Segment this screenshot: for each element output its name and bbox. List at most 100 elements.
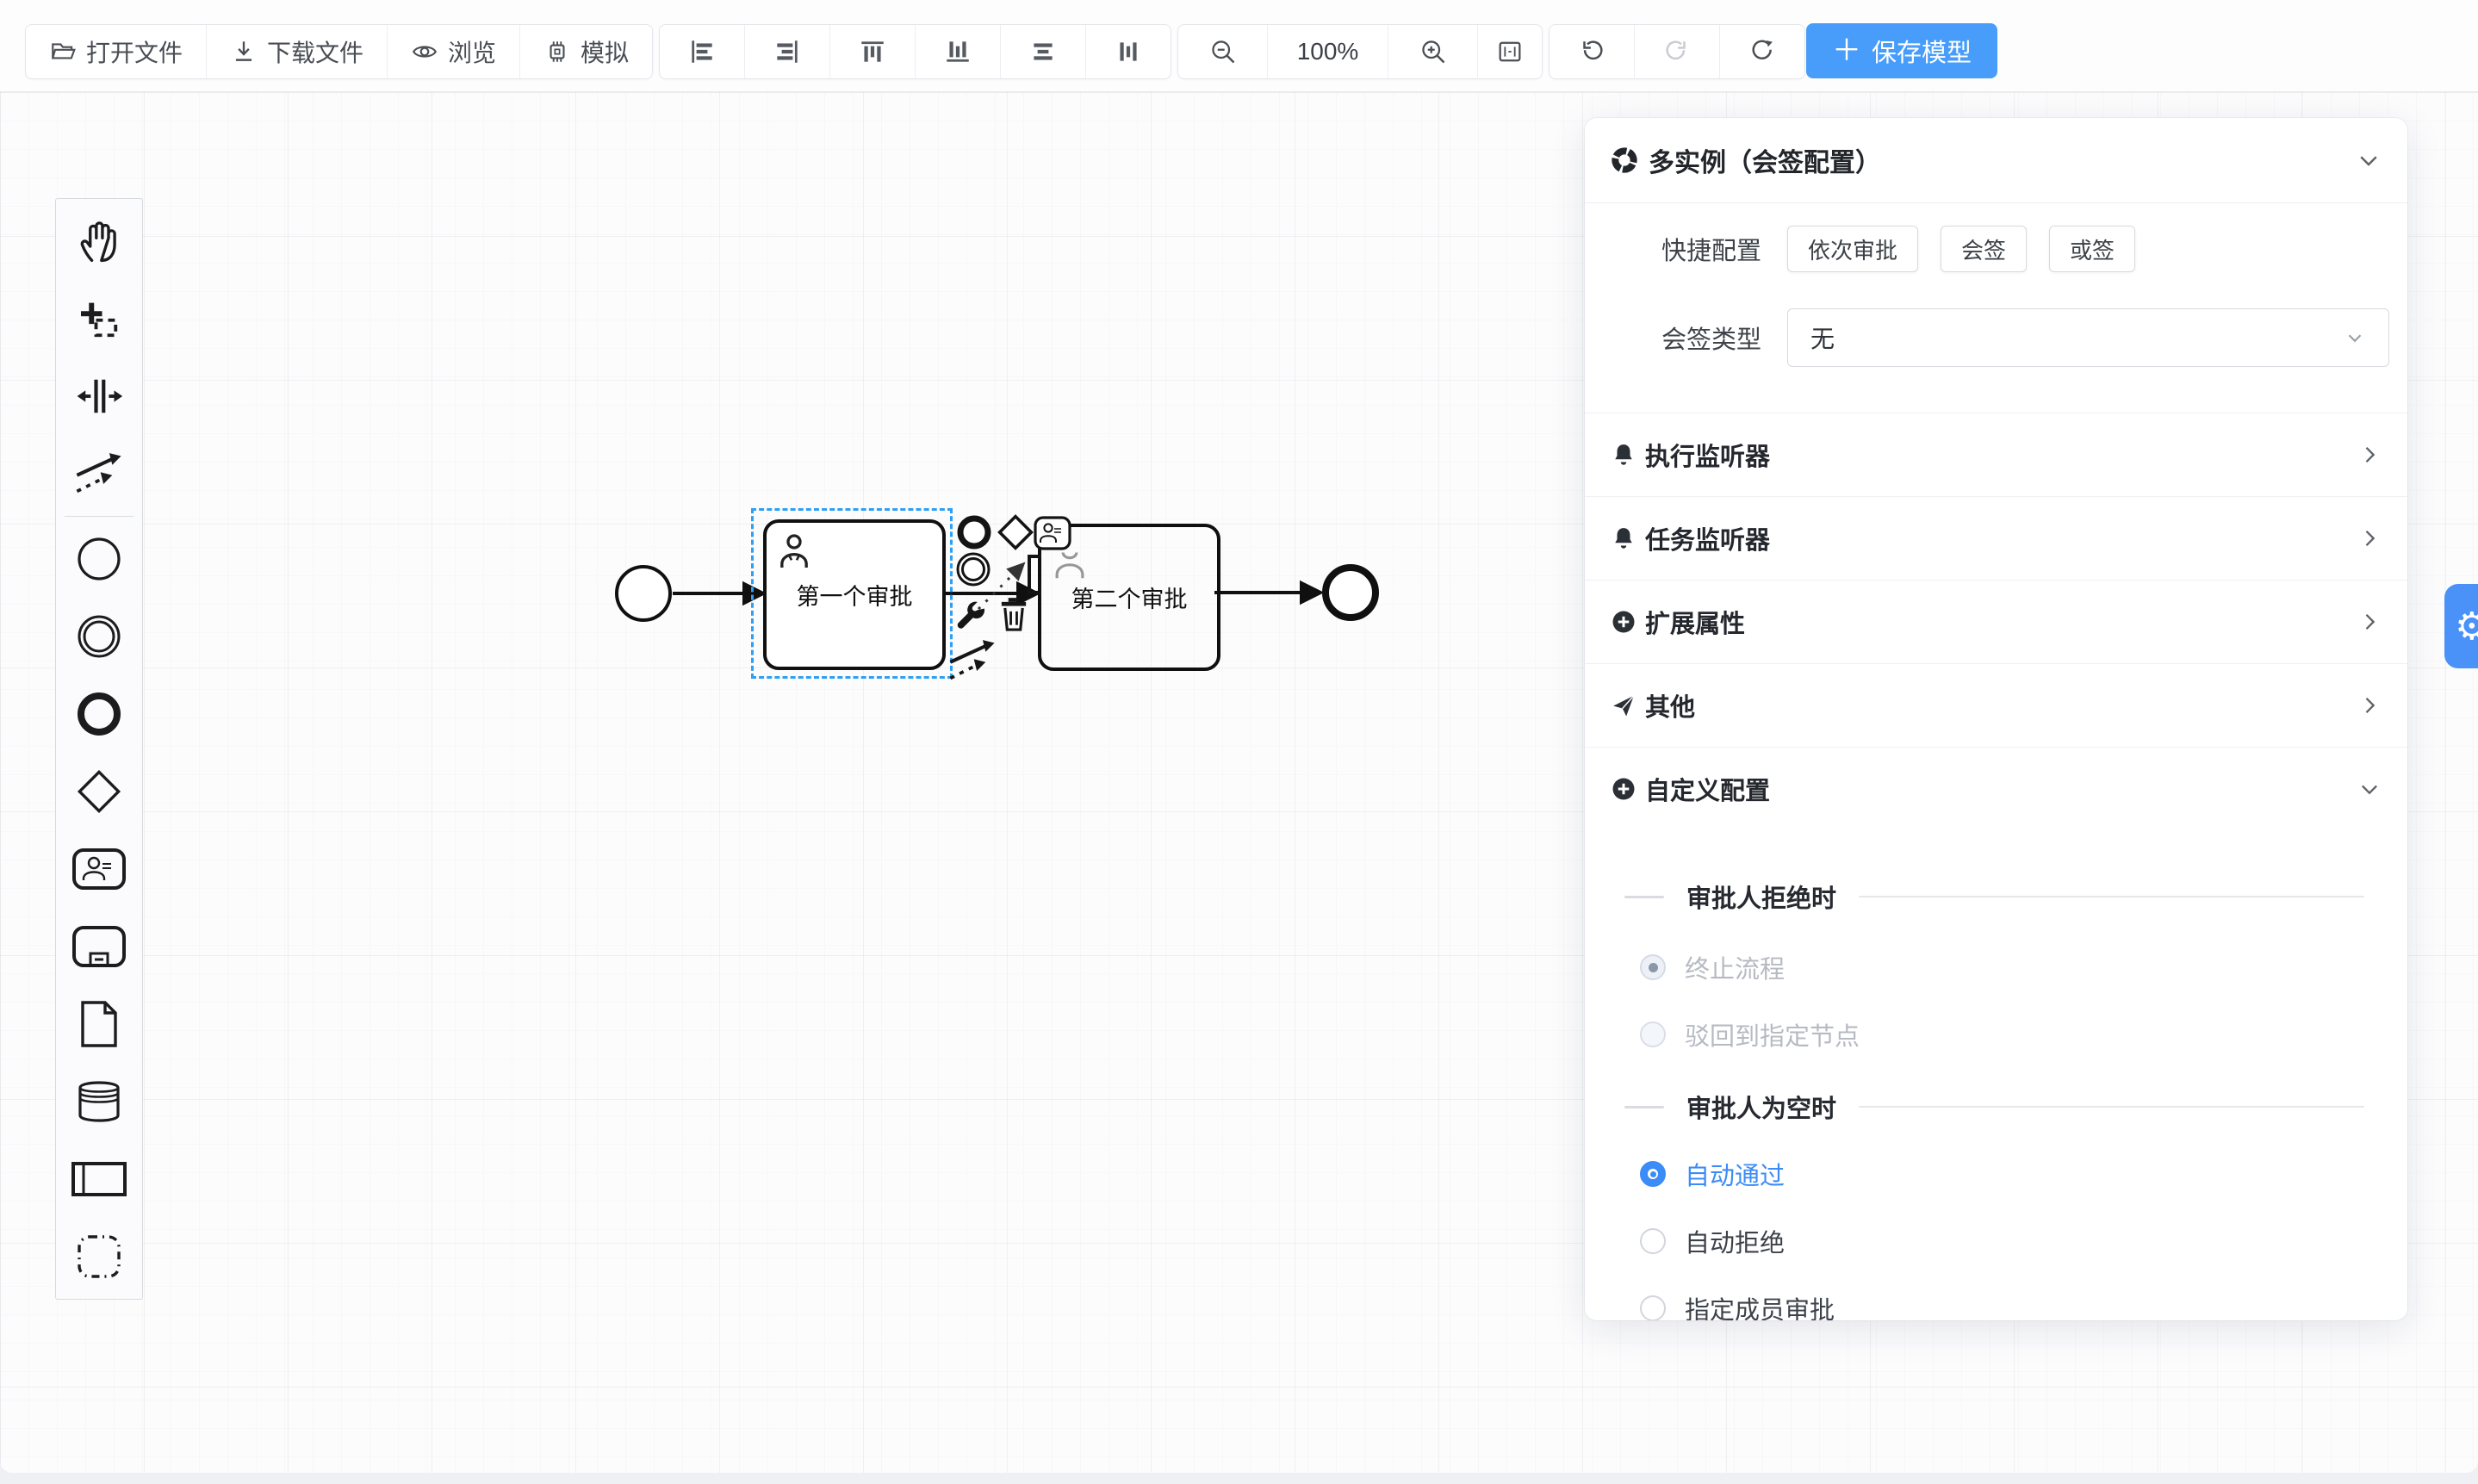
user-task-icon	[777, 531, 811, 569]
create-group[interactable]	[56, 1218, 142, 1295]
section-custom-config[interactable]: 自定义配置	[1585, 747, 2407, 830]
preview-button[interactable]: 浏览	[388, 25, 520, 78]
divider-line	[1859, 1106, 2364, 1108]
space-tool[interactable]	[56, 357, 142, 435]
intermediate-event-icon	[76, 613, 122, 660]
open-file-button[interactable]: 打开文件	[26, 25, 207, 78]
data-object-icon	[78, 999, 120, 1049]
fit-viewport-icon	[1495, 37, 1525, 66]
end-event[interactable]	[1322, 564, 1379, 621]
create-subprocess[interactable]	[56, 908, 142, 985]
simulate-label: 模拟	[581, 34, 629, 69]
section-other[interactable]: 其他	[1585, 663, 2407, 747]
append-user-task-icon[interactable]	[1034, 516, 1071, 550]
align-top-button[interactable]	[830, 25, 916, 78]
plus-circle-icon	[1611, 776, 1636, 802]
align-center-vertical-button[interactable]	[1086, 25, 1171, 78]
multi-instance-icon	[1611, 146, 1638, 174]
radio-assign-member[interactable]: 指定成员审批	[1585, 1275, 2407, 1320]
zoom-in-icon	[1419, 37, 1448, 66]
section-execution-listener[interactable]: 执行监听器	[1585, 413, 2407, 496]
chevron-down-icon[interactable]	[2356, 147, 2382, 173]
radio-label: 指定成员审批	[1685, 1290, 1835, 1320]
radio-auto-reject[interactable]: 自动拒绝	[1585, 1208, 2407, 1275]
app-window: 第一个审批 第二个审批	[0, 0, 2478, 1473]
append-text-annotation-icon[interactable]	[1024, 554, 1045, 595]
append-end-event-icon[interactable]	[956, 514, 992, 550]
radio-auto-pass[interactable]: 自动通过	[1585, 1140, 2407, 1208]
section-label: 执行监听器	[1645, 437, 1770, 473]
download-file-label: 下载文件	[267, 34, 363, 69]
panel-toggle-tab[interactable]: ⚙	[2444, 584, 2478, 668]
zoom-in-button[interactable]	[1388, 25, 1478, 78]
hand-tool[interactable]	[56, 202, 142, 280]
section-task-listener[interactable]: 任务监听器	[1585, 496, 2407, 580]
append-intermediate-event-icon[interactable]	[954, 550, 992, 588]
zoom-out-icon	[1208, 37, 1238, 66]
align-right-button[interactable]	[745, 25, 830, 78]
create-intermediate-event[interactable]	[56, 598, 142, 675]
save-model-button[interactable]: ＋ 保存模型	[1806, 23, 1997, 78]
task-label: 第二个审批	[1071, 581, 1188, 614]
sign-type-select[interactable]: 无	[1787, 308, 2389, 367]
subprocess-icon	[71, 925, 127, 968]
bpmn-palette	[55, 198, 143, 1300]
section-label: 扩展属性	[1645, 604, 1745, 640]
lasso-tool[interactable]	[56, 280, 142, 357]
divider-line	[1624, 1106, 1664, 1108]
create-gateway[interactable]	[56, 753, 142, 830]
align-top-icon	[858, 37, 887, 66]
start-event[interactable]	[615, 565, 672, 622]
sign-type-value: 无	[1810, 320, 1835, 355]
create-user-task[interactable]	[56, 830, 142, 908]
section-extended-properties[interactable]: 扩展属性	[1585, 580, 2407, 663]
panel-title: 多实例（会签配置）	[1649, 141, 1881, 179]
radio-label: 终止流程	[1685, 949, 1785, 985]
create-data-object[interactable]	[56, 985, 142, 1063]
fit-viewport-button[interactable]	[1478, 25, 1542, 78]
bpmn-io-logo[interactable]: BPMN.iO	[2332, 1470, 2474, 1473]
radio-icon	[1640, 1021, 1666, 1047]
quick-config-row: 快捷配置 依次审批 会签 或签	[1585, 226, 2407, 272]
bell-icon	[1611, 525, 1636, 551]
align-bottom-button[interactable]	[916, 25, 1001, 78]
create-end-event[interactable]	[56, 675, 142, 753]
option-or-sign[interactable]: 或签	[2049, 226, 2135, 272]
change-type-icon[interactable]	[953, 597, 989, 633]
properties-panel: 多实例（会签配置） 快捷配置 依次审批 会签 或签 会签类型 无 执行监听器	[1585, 118, 2407, 1320]
create-participant[interactable]	[56, 1140, 142, 1218]
empty-options: 自动通过 自动拒绝 指定成员审批	[1585, 1140, 2407, 1320]
align-left-button[interactable]	[660, 25, 745, 78]
undo-button[interactable]	[1550, 25, 1635, 78]
plus-circle-icon	[1611, 609, 1636, 635]
option-countersign[interactable]: 会签	[1941, 226, 2027, 272]
zoom-out-button[interactable]	[1178, 25, 1268, 78]
append-gateway-icon[interactable]	[996, 512, 1035, 552]
simulate-button[interactable]: 模拟	[520, 25, 652, 78]
delete-icon[interactable]	[997, 595, 1030, 633]
chevron-right-icon	[2357, 526, 2382, 550]
chevron-down-icon	[2357, 777, 2382, 801]
download-file-button[interactable]: 下载文件	[207, 25, 388, 78]
connect-icon[interactable]	[947, 638, 997, 683]
radio-label: 自动拒绝	[1685, 1223, 1785, 1259]
task-label: 第一个审批	[797, 578, 913, 612]
radio-label: 自动通过	[1685, 1156, 1785, 1192]
panel-header[interactable]: 多实例（会签配置）	[1585, 118, 2407, 203]
create-start-event[interactable]	[56, 520, 142, 598]
redo-button[interactable]	[1635, 25, 1720, 78]
option-sequential-approval[interactable]: 依次审批	[1787, 226, 1918, 272]
global-connect-tool[interactable]	[56, 435, 142, 512]
data-store-icon	[76, 1079, 122, 1124]
bell-icon	[1611, 442, 1636, 468]
zoom-level-value: 100%	[1297, 38, 1359, 65]
reject-divider: 审批人拒绝时	[1585, 884, 2407, 910]
toolbar-align-group	[659, 24, 1171, 79]
radio-icon	[1640, 1295, 1666, 1320]
create-data-store[interactable]	[56, 1063, 142, 1140]
quick-config-options: 依次审批 会签 或签	[1787, 226, 2135, 272]
reset-button[interactable]	[1720, 25, 1804, 78]
align-center-horizontal-button[interactable]	[1001, 25, 1086, 78]
panel-sections: 执行监听器 任务监听器 扩展属性 其他 自定义配置	[1585, 413, 2407, 830]
task-first-approval[interactable]: 第一个审批	[763, 519, 946, 670]
